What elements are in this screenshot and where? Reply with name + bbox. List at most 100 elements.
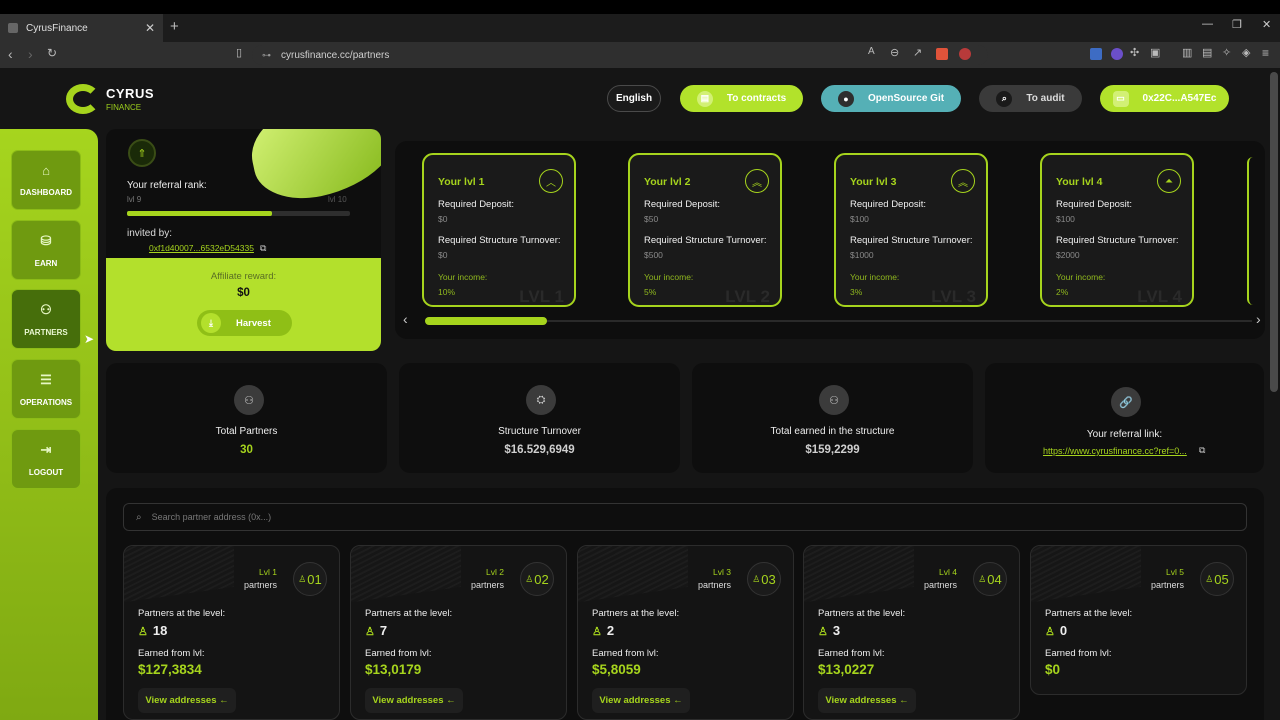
window-close-icon[interactable]: ✕ [1262,18,1271,31]
income-label: Your income: [850,272,900,282]
sidebar-item-operations[interactable]: ☰ OPERATIONS [11,359,81,419]
level-card[interactable]: Your lvl 3 ︽ Required Deposit: $100 Requ… [834,153,988,307]
view-addresses-button[interactable]: View addresses ← [138,688,236,713]
git-button[interactable]: ● OpenSource Git [821,85,961,112]
user-icon: ♙ [138,626,148,638]
tab-title: CyrusFinance [26,22,88,34]
total-partners-value: 30 [240,444,253,456]
copy-link-icon[interactable]: ⧉ [1199,445,1205,456]
user-icon: ♙ [1045,626,1055,638]
income-value: 3% [850,287,863,297]
contracts-button[interactable]: ▤ To contracts [680,85,803,112]
deposit-label: Required Deposit: [850,199,927,210]
invited-label: invited by: [127,228,173,239]
brave-shield-icon[interactable] [936,48,948,60]
harvest-label: Harvest [236,317,271,329]
translate-icon[interactable]: A [868,46,875,57]
rank-label: Your referral rank: [127,180,207,191]
at-level-label: Partners at the level: [365,608,453,619]
wave-pattern [351,546,461,606]
restore-icon[interactable]: ❐ [1232,18,1242,31]
cyrus-logo-icon [66,82,102,116]
back-icon[interactable]: ‹ [8,46,13,62]
partner-count-value: 2 [606,623,615,638]
affiliate-reward-label: Affiliate reward: [210,271,277,282]
turnover-value: $2000 [1056,250,1080,260]
harvest-button[interactable]: ⤓ Harvest [197,310,292,336]
level-card[interactable]: Your lvl 2 ︽ Required Deposit: $50 Requi… [628,153,782,307]
forward-icon[interactable]: › [28,46,33,62]
extension-translate-icon[interactable] [1090,48,1102,60]
wave-pattern [124,546,234,606]
copy-icon[interactable]: ⧉ [260,243,266,254]
level-card[interactable]: Your lvl 4 ⏶ Required Deposit: $100 Requ… [1040,153,1194,307]
minimize-icon[interactable]: — [1202,18,1213,30]
logo-subtitle: FINANCE [106,102,142,112]
contracts-label: To contracts [726,93,787,104]
user-icon: ♙ [365,626,375,638]
audit-button[interactable]: ⌕ To audit [979,85,1082,112]
sidebar-item-logout[interactable]: ⇥ LOGOUT [11,429,81,489]
extension-icon[interactable] [1111,48,1123,60]
wallet-button[interactable]: ▭ 0x22C...A547Ec [1100,85,1229,112]
view-addresses-button[interactable]: View addresses ← [818,688,916,713]
level-card[interactable]: Your lvl 1 ︿ Required Deposit: $0 Requir… [422,153,576,307]
media-icon[interactable]: ▣ [1150,46,1160,59]
carousel-track[interactable] [425,320,1252,322]
view-addresses-button[interactable]: View addresses ← [592,688,690,713]
vpn-icon[interactable]: ◈ [1242,46,1250,59]
partner-level-label: Lvl 2 [486,567,504,577]
level-double-chevron-icon: ︽ [745,169,769,193]
partners-word: partners [1150,580,1184,590]
partner-level-card: Lvl 2 partners ♙ 02 Partners at the level… [350,545,567,720]
carousel-thumb[interactable] [425,317,547,325]
tab-close-icon[interactable]: ✕ [145,21,155,35]
partner-count: ♙ 2 [592,623,614,638]
referral-link-value[interactable]: https://www.cyrusfinance.cc?ref=0... [1043,446,1187,456]
wallet-card-icon: ▭ [1112,90,1129,107]
logo[interactable]: CYRUS FINANCE [66,82,154,116]
bookmark-icon[interactable]: ▯ [236,46,242,59]
level-card-partial[interactable] [1247,157,1253,305]
sidebar-item-partners[interactable]: ⚇ PARTNERS [11,289,81,349]
language-button[interactable]: English [607,85,661,112]
rank-progress-bar [127,211,350,216]
inviter-address[interactable]: 0xf1d40007...6532eD54335 [149,243,254,253]
new-tab-button[interactable]: + [170,18,179,35]
carousel-next-icon[interactable]: › [1256,311,1261,327]
level-number-badge: ♙ 02 [520,562,554,596]
sidebar-toggle-icon[interactable]: ▥ [1182,46,1192,59]
rewards-icon[interactable] [959,48,971,60]
next-level: lvl 10 [328,195,347,204]
partner-count: ♙ 0 [1045,623,1067,638]
puzzle-icon[interactable]: ✣ [1130,46,1139,59]
share-icon[interactable]: ↗ [913,46,922,59]
browser-tab[interactable]: CyrusFinance ✕ [0,14,163,42]
sidebar-item-earn[interactable]: ⛁ EARN [11,220,81,280]
wallet-address: 0x22C...A547Ec [1142,93,1217,104]
page-scrollbar[interactable] [1270,72,1278,392]
menu-icon[interactable]: ≡ [1262,46,1269,60]
turnover-value: $0 [438,250,448,260]
wallet-icon[interactable]: ▤ [1202,46,1212,59]
turnover-label: Required Structure Turnover: [438,235,561,246]
search-input[interactable]: ⌕ Search partner address (0x...) [123,503,1247,531]
rank-progress-fill [127,211,272,216]
turnover-label: Required Structure Turnover: [644,235,767,246]
reload-icon[interactable]: ↻ [47,46,57,60]
wave-pattern [804,546,914,606]
person-icon: ♙ [525,573,534,584]
url-field[interactable]: ⊶ cyrusfinance.cc/partners [252,45,988,65]
screen-top-band [0,0,1280,14]
level-watermark: LVL 2 [725,287,770,306]
carousel-prev-icon[interactable]: ‹ [403,311,408,327]
sidebar-item-label: PARTNERS [24,327,68,337]
structure-icon: ⛭ [526,385,556,415]
site-info-icon[interactable]: ⊶ [262,50,271,61]
view-addresses-button[interactable]: View addresses ← [365,688,463,713]
sidebar-item-dashboard[interactable]: ⌂ DASHBOARD [11,150,81,210]
leo-icon[interactable]: ✧ [1222,46,1231,59]
level-triple-chevron-icon: ︽ [951,169,975,193]
zoom-icon[interactable]: ⊖ [890,46,899,59]
levels-carousel: Your lvl 1 ︿ Required Deposit: $0 Requir… [395,141,1265,339]
